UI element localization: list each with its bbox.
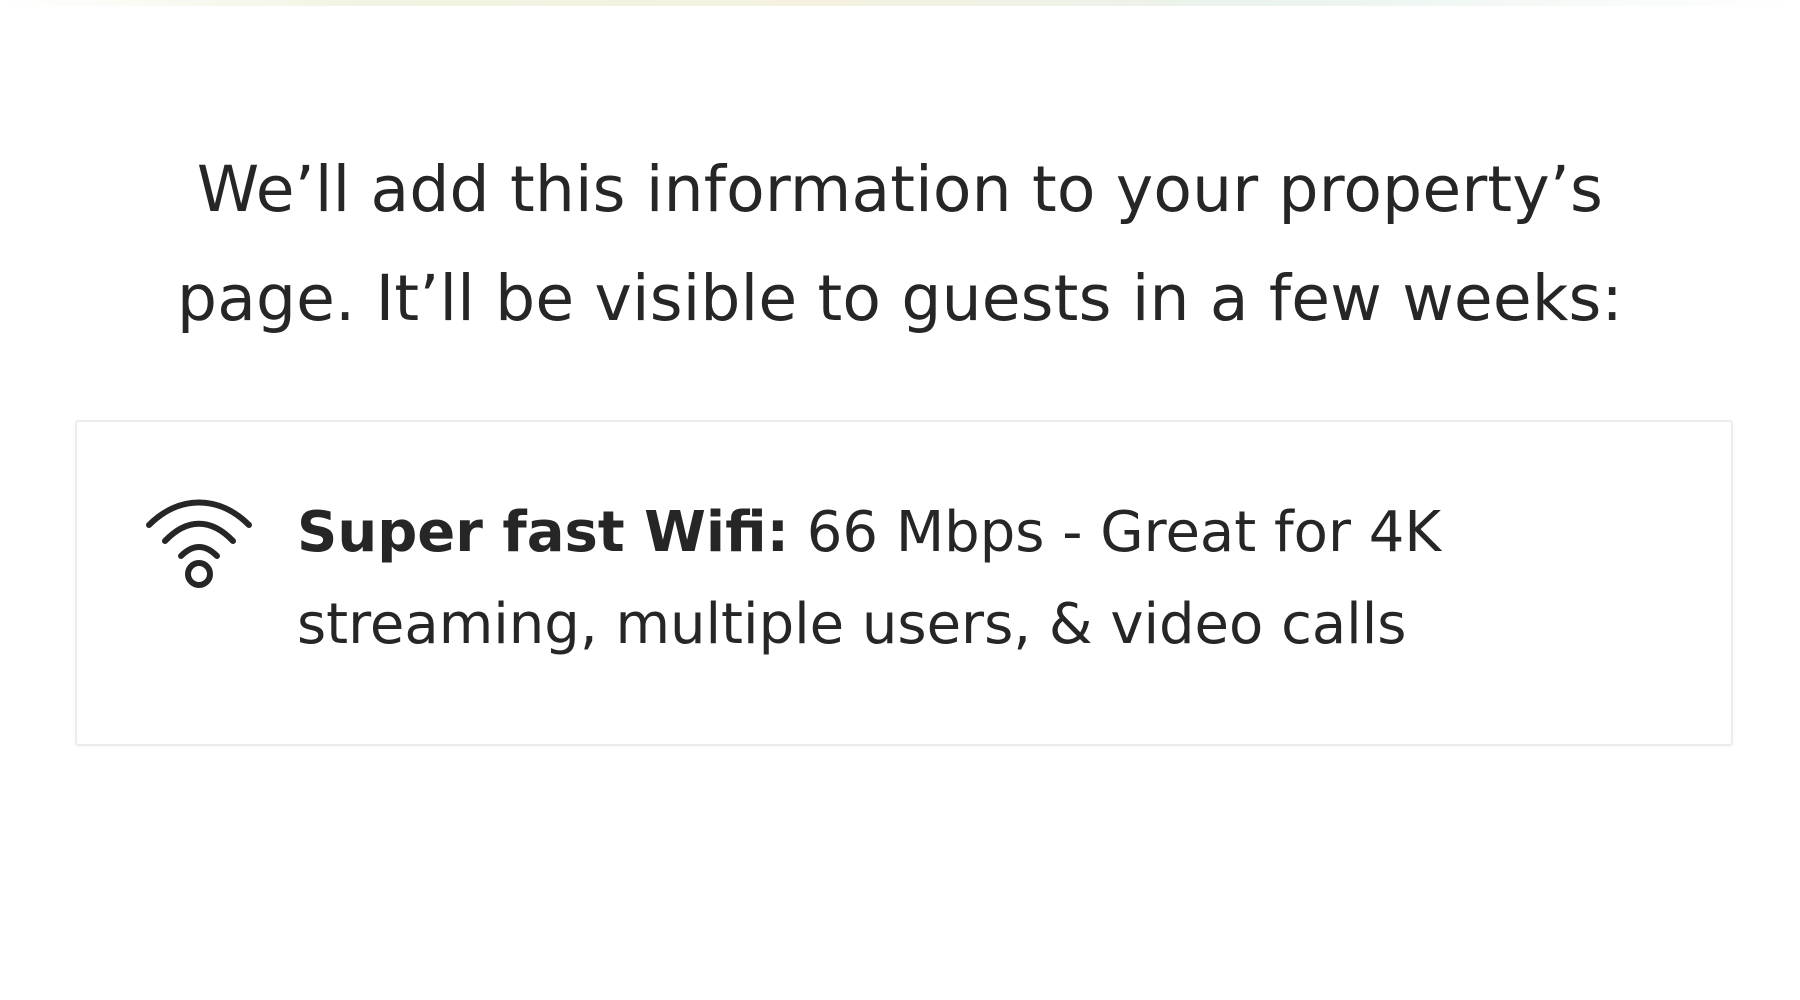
wifi-icon: [143, 490, 255, 590]
top-decorative-strip: [0, 0, 1800, 6]
intro-text: We’ll add this information to your prope…: [177, 153, 1623, 335]
page: We’ll add this information to your prope…: [0, 0, 1800, 1000]
wifi-info-card: Super fast Wifi: 66 Mbps - Great for 4K …: [75, 420, 1733, 746]
wifi-title: Super fast Wifi:: [297, 500, 789, 565]
wifi-description: Super fast Wifi: 66 Mbps - Great for 4K …: [297, 487, 1617, 671]
